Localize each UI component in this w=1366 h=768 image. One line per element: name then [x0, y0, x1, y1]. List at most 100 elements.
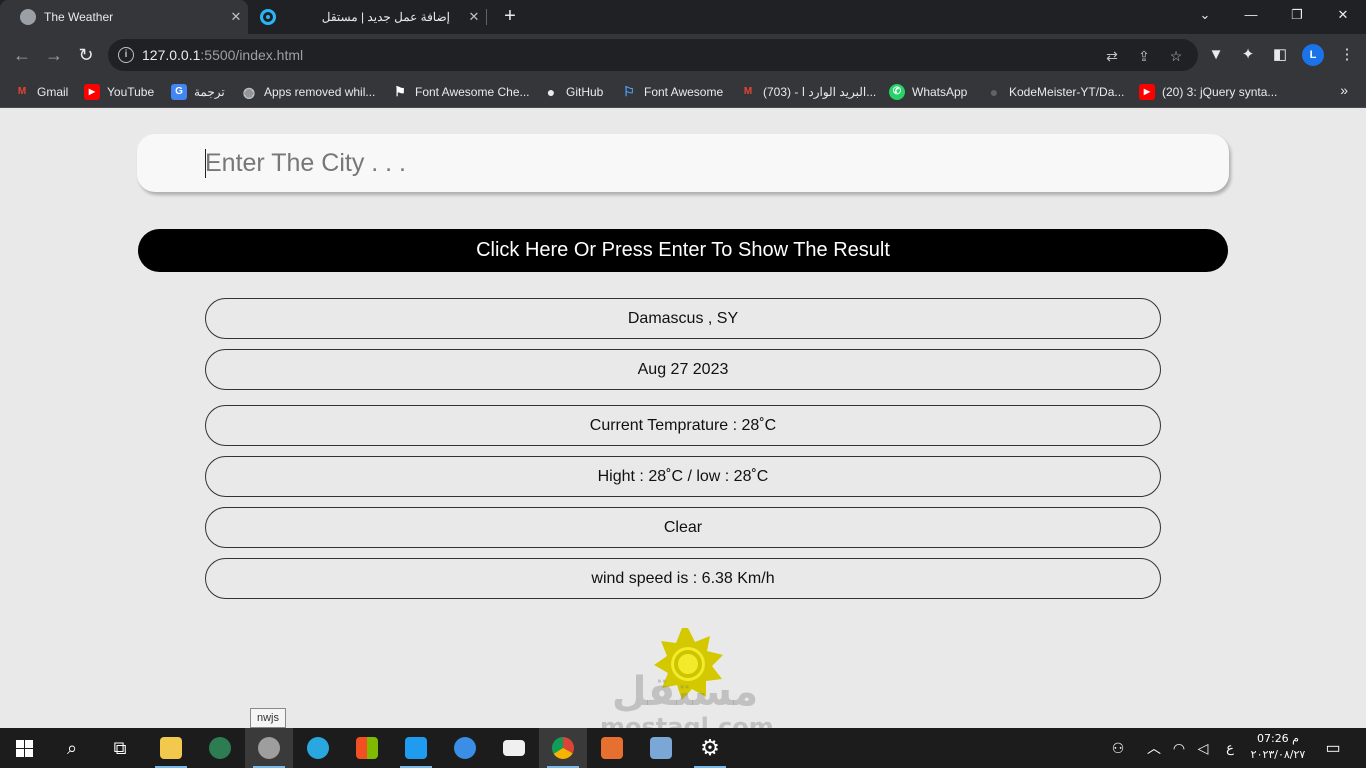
font-awesome-icon: ⚐: [623, 84, 635, 99]
volume-icon[interactable]: ◁: [1192, 728, 1214, 768]
people-icon[interactable]: ⚇: [1106, 728, 1130, 768]
bookmark-label: Font Awesome Che...: [415, 85, 530, 99]
youtube-icon: ▶: [84, 84, 100, 100]
current-temperature-display: Current Temprature : 28˚C: [205, 405, 1161, 446]
forward-button[interactable]: →: [40, 41, 68, 69]
mostaql-watermark: مستقل mostaql.com: [600, 670, 774, 728]
close-tab-icon[interactable]: ✕: [224, 9, 248, 25]
taskbar-tooltip: nwjs: [250, 708, 287, 728]
bookmark-github[interactable]: ● GitHub: [543, 83, 604, 101]
mail-icon[interactable]: [490, 728, 538, 768]
bookmark-youtube[interactable]: ▶ YouTube: [84, 83, 154, 101]
bookmark-kodemeister[interactable]: ● KodeMeister-YT/Da...: [986, 83, 1125, 101]
profile-avatar[interactable]: L: [1302, 44, 1324, 66]
minimize-button[interactable]: —: [1228, 0, 1274, 34]
system-clock[interactable]: م 07:26 ٢٠٢٣/٠٨/٢٧: [1245, 731, 1311, 763]
extensions-puzzle-icon[interactable]: ✦: [1237, 44, 1259, 66]
browser-tab-bar: The Weather ✕ إضافة عمل جديد | مستقل ✕ +…: [0, 0, 1366, 34]
microsoft-store-icon[interactable]: [343, 728, 391, 768]
back-button[interactable]: ←: [8, 41, 36, 69]
youtube-icon: ▶: [1139, 84, 1155, 100]
close-window-button[interactable]: ✕: [1320, 0, 1366, 34]
location-display: Damascus , SY: [205, 298, 1161, 339]
tab-title: إضافة عمل جديد | مستقل: [321, 10, 450, 24]
globe-icon: [20, 9, 36, 25]
address-bar[interactable]: i 127.0.0.1:5500/index.html ⇄ ⇪ ☆: [108, 39, 1198, 71]
file-explorer-icon[interactable]: [147, 728, 195, 768]
bookmark-label: WhatsApp: [912, 85, 968, 99]
language-indicator[interactable]: ع: [1220, 728, 1240, 768]
kebab-menu-icon[interactable]: ⋮: [1336, 44, 1358, 66]
edge-browser-icon[interactable]: [294, 728, 342, 768]
whatsapp-icon: ✆: [889, 84, 905, 100]
bookmark-apps-removed[interactable]: ◍ Apps removed whil...: [241, 83, 376, 101]
task-view-icon[interactable]: ⧉: [96, 728, 144, 768]
tab-mostaql[interactable]: إضافة عمل جديد | مستقل ✕: [250, 0, 486, 34]
city-search-input[interactable]: [137, 134, 1229, 192]
bookmark-font-awesome[interactable]: ⚐ Font Awesome: [621, 83, 723, 101]
bookmark-inbox[interactable]: M (703) - البريد الوارد ا...: [740, 83, 876, 101]
tab-title: The Weather: [44, 10, 114, 24]
bookmark-whatsapp[interactable]: ✆ WhatsApp: [889, 83, 967, 101]
url-path: :5500/index.html: [200, 47, 304, 63]
watermark-latin: mostaql.com: [600, 713, 774, 728]
notifications-icon[interactable]: ▭: [1318, 728, 1348, 768]
new-tab-button[interactable]: +: [497, 4, 523, 30]
github-icon: ●: [546, 84, 556, 100]
condition-display: Clear: [205, 507, 1161, 548]
date-display: Aug 27 2023: [205, 349, 1161, 390]
vue-devtools-icon[interactable]: ▼: [1205, 44, 1227, 66]
url-host: 127.0.0.1: [142, 47, 201, 63]
browser-toolbar: ← → ↻ i 127.0.0.1:5500/index.html ⇄ ⇪ ☆ …: [0, 34, 1366, 76]
tab-the-weather[interactable]: The Weather ✕: [0, 0, 248, 34]
share-icon[interactable]: ⇪: [1134, 46, 1154, 66]
bookmark-label: Font Awesome: [644, 85, 724, 99]
settings-gear-icon[interactable]: ⚙: [686, 728, 734, 768]
bookmark-gmail[interactable]: M Gmail: [14, 83, 69, 101]
bookmark-label: GitHub: [566, 85, 604, 99]
reload-button[interactable]: ↻: [72, 41, 100, 69]
sync-app-icon[interactable]: [441, 728, 489, 768]
side-panel-icon[interactable]: ◧: [1269, 44, 1291, 66]
bookmark-jquery-syntax[interactable]: ▶ (20) 3: jQuery synta...: [1139, 83, 1277, 101]
mostaql-favicon-icon: [260, 9, 276, 25]
github-icon: ●: [989, 84, 999, 100]
flag-icon: ⚑: [394, 84, 406, 99]
atom-icon[interactable]: [196, 728, 244, 768]
wifi-icon[interactable]: ◠: [1168, 728, 1190, 768]
show-result-button[interactable]: Click Here Or Press Enter To Show The Re…: [138, 229, 1228, 272]
site-info-icon[interactable]: i: [118, 47, 134, 63]
bookmark-translate[interactable]: G ترجمة: [171, 83, 225, 101]
translate-icon: G: [171, 84, 187, 100]
clock-date: ٢٠٢٣/٠٨/٢٧: [1250, 748, 1306, 761]
chrome-icon[interactable]: [539, 728, 587, 768]
vscode-icon[interactable]: [392, 728, 440, 768]
show-hidden-icons-icon[interactable]: ︿: [1142, 728, 1166, 768]
windows-taskbar: ⌕ ⧉ ⚙ ⚇ ︿ ◠ ◁ ع م 07:26 ٢٠٢٣/٠٨/٢٧ ▭: [0, 728, 1366, 768]
bookmark-label: ترجمة: [194, 85, 225, 99]
weather-page: Click Here Or Press Enter To Show The Re…: [0, 108, 1366, 728]
nwjs-icon[interactable]: [245, 728, 293, 768]
network-app-icon[interactable]: [637, 728, 685, 768]
bookmark-font-awesome-cheatsheet[interactable]: ⚑ Font Awesome Che...: [392, 83, 530, 101]
close-tab-icon[interactable]: ✕: [462, 9, 486, 25]
bookmarks-bar: M Gmail ▶ YouTube G ترجمة ◍ Apps removed…: [0, 76, 1366, 108]
bookmark-label: (20) 3: jQuery synta...: [1162, 85, 1278, 99]
bookmark-label: YouTube: [107, 85, 155, 99]
tab-search-dropdown-icon[interactable]: ⌄: [1182, 0, 1228, 34]
translate-icon[interactable]: ⇄: [1102, 46, 1122, 66]
text-caret: [205, 149, 206, 178]
bookmark-label: Apps removed whil...: [264, 85, 376, 99]
tab-separator: [486, 9, 487, 25]
globe-icon: ◍: [242, 84, 256, 100]
search-icon[interactable]: ⌕: [48, 728, 96, 768]
url-text[interactable]: 127.0.0.1:5500/index.html: [142, 47, 303, 63]
restore-button[interactable]: ❐: [1274, 0, 1320, 34]
gmail-icon: M: [743, 86, 753, 97]
windows-start-icon[interactable]: [0, 728, 48, 768]
high-low-display: Hight : 28˚C / low : 28˚C: [205, 456, 1161, 497]
bookmark-star-icon[interactable]: ☆: [1166, 46, 1186, 66]
more-bookmarks-button[interactable]: »: [1340, 82, 1348, 98]
matlab-icon[interactable]: [588, 728, 636, 768]
gmail-icon: M: [17, 86, 27, 97]
